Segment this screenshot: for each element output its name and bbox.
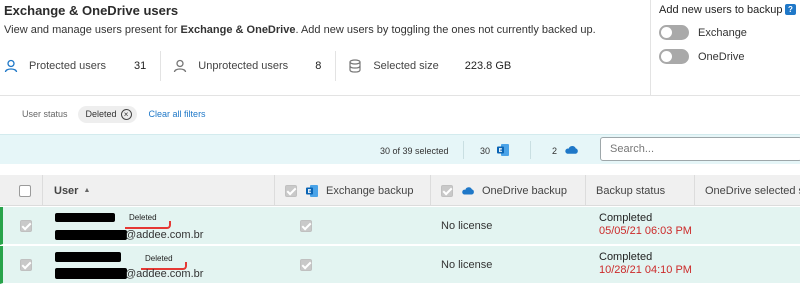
exchange-count: 30 xyxy=(480,146,491,156)
toggle-label: Exchange xyxy=(698,26,747,39)
column-user[interactable]: User ▲ xyxy=(54,175,90,206)
table-row[interactable]: Deleted @addee.com.br No license Complet… xyxy=(0,207,800,245)
exchange-column-checkbox[interactable] xyxy=(285,184,297,197)
exchange-icon: E xyxy=(306,184,318,197)
column-exchange-backup[interactable]: E Exchange backup xyxy=(285,175,413,206)
search-input[interactable]: Search... xyxy=(600,137,800,161)
row-checkbox[interactable] xyxy=(20,259,32,271)
backup-date: 05/05/21 06:03 PM xyxy=(599,225,692,237)
onedrive-toggle[interactable] xyxy=(659,49,689,64)
help-icon[interactable]: ? xyxy=(785,4,796,15)
filter-bar: User status Deleted × Clear all filters xyxy=(0,104,206,124)
divider xyxy=(430,175,431,206)
page-header: Exchange & OneDrive users View and manag… xyxy=(0,0,800,96)
filter-chip-deleted[interactable]: Deleted × xyxy=(77,105,137,123)
backup-date: 10/28/21 04:10 PM xyxy=(599,264,692,276)
annotation-underline xyxy=(125,221,171,229)
exchange-icon: E xyxy=(497,144,509,156)
divider xyxy=(463,141,464,159)
select-all-cell xyxy=(19,175,31,206)
redacted-name xyxy=(55,252,121,262)
person-outline-icon xyxy=(174,59,187,73)
sort-ascending-icon[interactable]: ▲ xyxy=(83,187,90,194)
onedrive-status: No license xyxy=(441,259,493,271)
onedrive-status: No license xyxy=(441,220,493,232)
toggle-label: OneDrive xyxy=(698,50,745,63)
row-checkbox[interactable] xyxy=(20,220,32,232)
database-icon xyxy=(349,59,361,73)
backup-status: Completed xyxy=(599,212,653,224)
page-subtitle: View and manage users present for Exchan… xyxy=(4,24,596,36)
backup-status: Completed xyxy=(599,251,653,263)
add-users-title: Add new users to backup xyxy=(659,4,783,16)
stat-selected-size: Selected size 223.8 GB xyxy=(336,51,511,81)
filter-label: User status xyxy=(22,109,68,119)
page-title: Exchange & OneDrive users xyxy=(4,3,179,18)
user-email: @addee.com.br xyxy=(125,229,204,241)
exchange-toggle[interactable] xyxy=(659,25,689,40)
onedrive-count: 2 xyxy=(552,146,558,156)
person-icon xyxy=(4,59,18,73)
onedrive-column-checkbox[interactable] xyxy=(441,184,453,197)
stat-unprotected-users: Unprotected users 8 xyxy=(161,51,335,81)
selected-count: 30 of 39 selected xyxy=(380,146,449,156)
svg-text:E: E xyxy=(499,148,503,154)
redacted-email xyxy=(55,230,127,240)
divider xyxy=(274,175,275,206)
column-onedrive-backup[interactable]: OneDrive backup xyxy=(441,175,567,206)
selection-bar: 30 of 39 selected 30 E 2 Search... xyxy=(0,134,800,164)
onedrive-cloud-icon xyxy=(462,186,474,194)
stat-protected-users: Protected users 31 xyxy=(0,51,160,81)
toggle-knob xyxy=(661,27,672,38)
toggle-exchange-row: Exchange xyxy=(659,25,747,40)
redacted-name xyxy=(55,213,115,222)
divider xyxy=(694,175,695,206)
exchange-backup-checkbox[interactable] xyxy=(300,220,313,232)
svg-text:E: E xyxy=(308,189,312,195)
select-all-checkbox[interactable] xyxy=(19,184,31,197)
divider xyxy=(42,175,43,206)
column-onedrive-selected[interactable]: OneDrive selected s xyxy=(705,175,800,206)
column-backup-status[interactable]: Backup status xyxy=(596,175,665,206)
add-users-panel: Add new users to backup ? Exchange OneDr… xyxy=(650,0,800,96)
table-header: User ▲ E Exchange backup OneDrive backup… xyxy=(0,175,800,206)
stats-bar: Protected users 31 Unprotected users 8 S… xyxy=(0,51,511,81)
user-email: @addee.com.br xyxy=(125,268,204,280)
clear-filters-link[interactable]: Clear all filters xyxy=(149,109,206,119)
toggle-onedrive-row: OneDrive xyxy=(659,49,744,64)
onedrive-cloud-icon xyxy=(565,145,578,154)
divider xyxy=(530,141,531,159)
toggle-knob xyxy=(661,51,672,62)
table-row[interactable]: Deleted @addee.com.br No license Complet… xyxy=(0,246,800,284)
close-icon[interactable]: × xyxy=(120,108,132,120)
divider xyxy=(585,175,586,206)
redacted-email xyxy=(55,268,127,279)
exchange-backup-checkbox[interactable] xyxy=(300,259,313,271)
